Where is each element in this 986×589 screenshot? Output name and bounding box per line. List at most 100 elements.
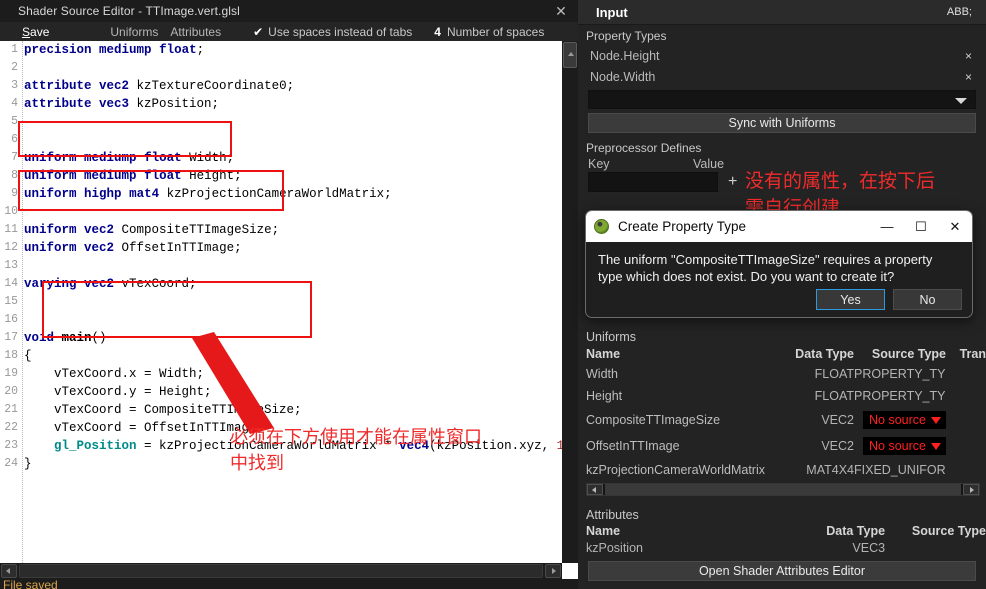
- attributes-section: Attributes Name Data Type Source Type kz…: [578, 508, 986, 581]
- attribute-name: kzPosition: [586, 541, 643, 555]
- add-define-button[interactable]: +: [728, 173, 737, 191]
- chevron-down-icon[interactable]: ABB;: [947, 6, 972, 18]
- line-number: 3: [11, 79, 18, 92]
- uniform-source-type: PROPERTY_TYPE: [854, 367, 946, 381]
- line-number: 11: [4, 223, 18, 236]
- line-number: 12: [4, 241, 18, 254]
- input-panel-header[interactable]: Input ABB;: [578, 0, 986, 25]
- column-header-source-type: Source Type: [911, 524, 986, 538]
- no-source-select[interactable]: No source: [863, 411, 946, 429]
- attribute-source-type: [885, 540, 986, 556]
- uniform-name: CompositeTTImageSize: [586, 413, 721, 427]
- code-line: {: [24, 349, 32, 363]
- attributes-menu-button[interactable]: Attributes: [170, 25, 221, 39]
- code-line: uniform mediump float Width;: [24, 151, 235, 165]
- uniforms-menu-button[interactable]: Uniforms: [110, 25, 158, 39]
- code-horizontal-scrollbar[interactable]: [0, 563, 562, 579]
- close-icon[interactable]: ✕: [938, 211, 972, 242]
- list-item[interactable]: Node.Height ×: [578, 45, 986, 66]
- code-line: vTexCoord = CompositeTTImageSize;: [24, 403, 302, 417]
- uniforms-hscroll-thumb[interactable]: [605, 484, 961, 495]
- use-spaces-label: Use spaces instead of tabs: [268, 24, 413, 39]
- uniforms-section: Uniforms Name Data Type Source Type Tran…: [578, 330, 986, 496]
- list-item[interactable]: Node.Width ×: [578, 66, 986, 87]
- table-row[interactable]: Height FLOATPROPERTY_TYPE: [578, 385, 986, 407]
- column-header-data-type: Data Type: [826, 524, 886, 538]
- uniform-name: Height: [586, 389, 623, 403]
- open-shader-attributes-editor-button[interactable]: Open Shader Attributes Editor: [588, 561, 976, 581]
- code-line: uniform mediump float Height;: [24, 169, 242, 183]
- no-button[interactable]: No: [893, 289, 962, 310]
- code-line: vTexCoord.x = Width;: [24, 367, 205, 381]
- uniform-source-type[interactable]: No source: [854, 433, 946, 459]
- no-source-select[interactable]: No source: [863, 437, 946, 455]
- save-accel-letter: S: [22, 24, 31, 39]
- dialog-message: The uniform "CompositeTTImageSize" requi…: [598, 252, 933, 284]
- uniforms-horizontal-scrollbar[interactable]: [586, 483, 980, 496]
- scroll-left-icon[interactable]: [587, 484, 603, 495]
- save-button[interactable]: Save: [22, 25, 49, 39]
- scroll-right-icon[interactable]: [545, 564, 561, 578]
- line-number: 15: [4, 295, 18, 308]
- uniform-transform: [946, 385, 986, 407]
- attributes-table-header-row: Name Data Type Source Type: [578, 522, 986, 540]
- table-row[interactable]: OffsetInTTImage VEC2 No source: [578, 433, 986, 459]
- no-source-label: No source: [869, 413, 926, 427]
- line-number: 6: [11, 133, 18, 146]
- attributes-table: Name Data Type Source Type kzPosition VEC…: [578, 522, 986, 556]
- chevron-down-icon: [955, 98, 967, 104]
- preprocessor-key-input[interactable]: [588, 172, 718, 192]
- value-column-header: Value: [693, 157, 725, 171]
- uniform-data-type: VEC2: [821, 439, 854, 453]
- table-row[interactable]: kzProjectionCameraWorldMatrix MAT4X4 FIXED…: [578, 459, 986, 481]
- code-vertical-scrollbar-thumb[interactable]: [563, 42, 577, 68]
- table-row[interactable]: CompositeTTImageSize VEC2 No source: [578, 407, 986, 433]
- code-line: }: [24, 457, 32, 471]
- scroll-left-icon[interactable]: [1, 564, 17, 578]
- dialog-titlebar: Create Property Type — ☐ ✕: [586, 211, 972, 242]
- yes-button[interactable]: Yes: [816, 289, 885, 310]
- line-number: 20: [4, 385, 18, 398]
- scrollbar-corner: [562, 563, 578, 579]
- table-row[interactable]: kzPosition VEC3: [578, 540, 986, 556]
- number-of-spaces-field[interactable]: 4 Number of spaces: [434, 25, 544, 39]
- remove-icon[interactable]: ×: [965, 70, 972, 84]
- line-number: 10: [4, 205, 18, 218]
- line-number: 2: [11, 61, 18, 74]
- column-header-transform: Tran: [959, 347, 986, 361]
- remove-icon[interactable]: ×: [965, 49, 972, 63]
- preprocessor-defines-label: Preprocessor Defines: [586, 141, 702, 155]
- table-row[interactable]: Width FLOATPROPERTY_TYPE: [578, 363, 986, 385]
- code-editor[interactable]: 1 2 3 4 5 6 7 8 9 10 11 12 13 14 15 16 17 18 19 20 21 22 23 24 …: [0, 41, 578, 563]
- code-line: void main(): [24, 331, 107, 345]
- number-of-spaces-label: Number of spaces: [446, 24, 545, 39]
- property-type-select[interactable]: [588, 90, 976, 109]
- uniform-name: Width: [586, 367, 618, 381]
- code-line: attribute vec2 kzTextureCoordinate0;: [24, 79, 295, 93]
- minimize-icon[interactable]: —: [870, 211, 904, 242]
- code-content[interactable]: precision mediump float; attribute vec2 …: [24, 41, 578, 563]
- code-line: uniform vec2 OffsetInTTImage;: [24, 241, 242, 255]
- line-number: 7: [11, 151, 18, 164]
- line-number: 8: [11, 169, 18, 182]
- code-hscroll-track[interactable]: [19, 564, 543, 578]
- kanzi-logo-icon: [594, 219, 609, 234]
- uniform-transform: [946, 363, 986, 385]
- scroll-right-icon[interactable]: [963, 484, 979, 495]
- preprocessor-defines-header: Key Value: [578, 157, 986, 171]
- close-icon[interactable]: ✕: [552, 2, 570, 20]
- code-vertical-scrollbar[interactable]: [562, 41, 578, 563]
- sync-with-uniforms-button[interactable]: Sync with Uniforms: [588, 113, 976, 133]
- dialog-title: Create Property Type: [618, 219, 747, 234]
- uniform-source-type[interactable]: No source: [854, 407, 946, 433]
- line-number: 13: [4, 259, 18, 272]
- key-column-header: Key: [588, 157, 610, 171]
- code-hscroll-thumb[interactable]: [20, 565, 542, 577]
- maximize-icon[interactable]: ☐: [904, 211, 938, 242]
- code-line: vTexCoord.y = Height;: [24, 385, 212, 399]
- use-spaces-checkbox[interactable]: ✔ Use spaces instead of tabs: [253, 25, 412, 39]
